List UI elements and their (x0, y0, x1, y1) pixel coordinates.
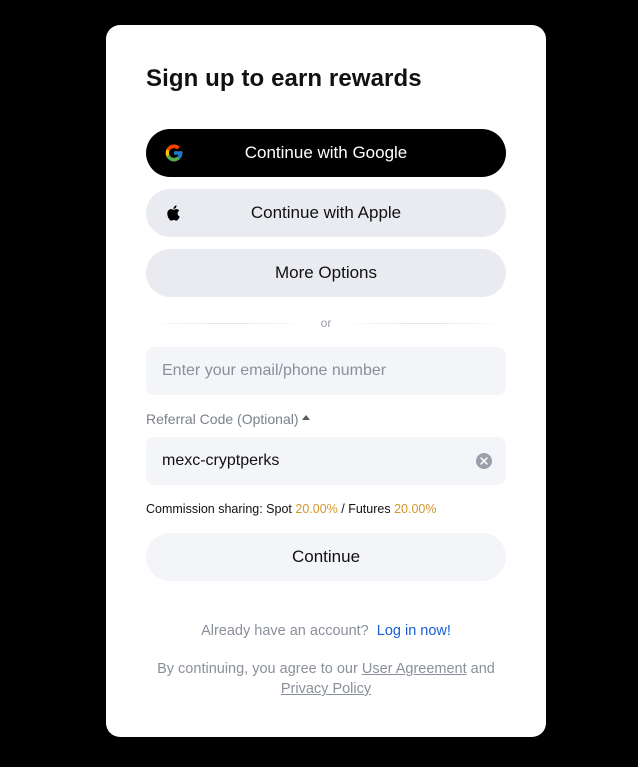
user-agreement-link[interactable]: User Agreement (362, 661, 467, 677)
caret-up-icon (301, 415, 310, 420)
apple-icon (164, 203, 184, 223)
continue-with-google-button[interactable]: Continue with Google (146, 129, 506, 177)
referral-code-toggle[interactable]: Referral Code (Optional) (146, 411, 310, 427)
apple-button-label: Continue with Apple (250, 203, 402, 222)
referral-code-label: Referral Code (Optional) (146, 411, 299, 427)
signup-card: Sign up to earn rewards Continue with Go… (106, 25, 546, 737)
agreement-text: By continuing, you agree to our User Agr… (146, 659, 506, 699)
privacy-policy-link[interactable]: Privacy Policy (281, 681, 371, 697)
spot-commission-value: 20.00% (295, 502, 338, 516)
page-title: Sign up to earn rewards (146, 65, 422, 92)
continue-button-label: Continue (291, 547, 361, 566)
divider-text: or (320, 316, 332, 330)
more-options-button[interactable]: More Options (146, 249, 506, 297)
continue-with-apple-button[interactable]: Continue with Apple (146, 189, 506, 237)
more-options-label: More Options (274, 263, 378, 282)
referral-code-input[interactable] (160, 451, 476, 471)
commission-sharing-text: Commission sharing: Spot 20.00% / Future… (146, 502, 436, 516)
login-link[interactable]: Log in now! (377, 623, 451, 639)
agreement-prefix: By continuing, you agree to our (157, 661, 362, 677)
referral-code-field[interactable] (146, 437, 506, 485)
futures-commission-value: 20.00% (394, 502, 437, 516)
email-phone-input[interactable] (160, 361, 492, 381)
commission-prefix: Commission sharing: Spot (146, 502, 296, 516)
divider-line-left (146, 322, 311, 324)
commission-middle: / Futures (337, 502, 395, 516)
agreement-and: and (466, 661, 495, 677)
email-phone-field[interactable] (146, 347, 506, 395)
google-button-label: Continue with Google (244, 143, 408, 162)
clear-icon[interactable] (476, 453, 492, 469)
continue-button[interactable]: Continue (146, 533, 506, 581)
or-divider: or (146, 313, 507, 333)
google-icon (164, 143, 184, 163)
divider-line-right (341, 322, 507, 324)
login-prompt-text: Already have an account? (201, 623, 369, 639)
login-prompt: Already have an account? Log in now! (106, 623, 546, 639)
